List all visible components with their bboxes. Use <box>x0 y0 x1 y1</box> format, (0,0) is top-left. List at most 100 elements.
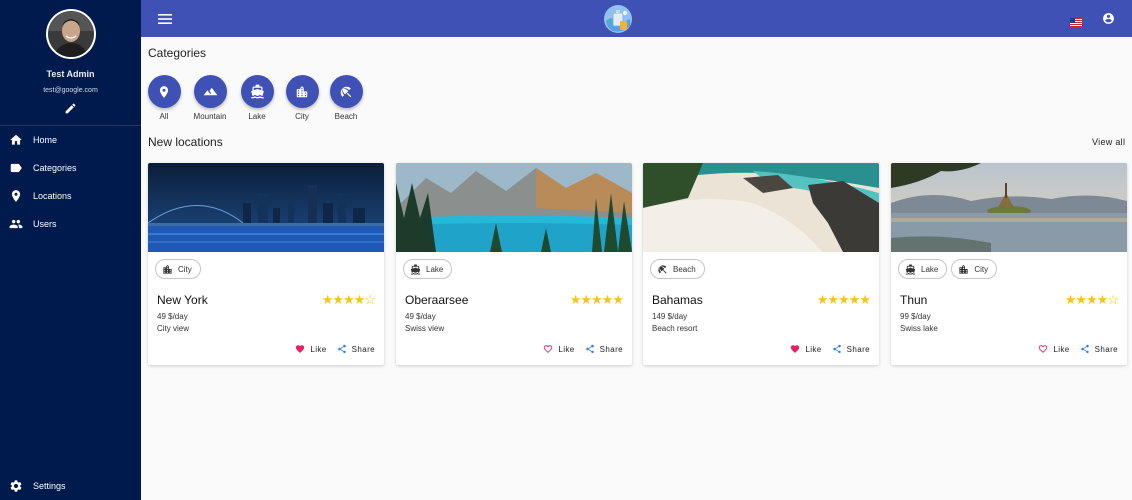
sidebar-item-settings[interactable]: Settings <box>0 472 141 500</box>
categories-title: Categories <box>148 46 207 60</box>
location-title: New York <box>157 293 208 307</box>
share-label: Share <box>846 344 870 354</box>
sidebar-item-users[interactable]: Users <box>0 210 141 238</box>
location-card-oberaarsee[interactable]: Lake Oberaarsee ★★★★★ 49 $/day Swiss vie… <box>396 163 632 365</box>
city-icon <box>958 264 969 275</box>
sidebar-item-label: Locations <box>33 191 72 201</box>
heart-outline-icon <box>543 344 553 354</box>
share-label: Share <box>351 344 375 354</box>
sidebar-item-locations[interactable]: Locations <box>0 182 141 210</box>
location-description: Swiss view <box>405 324 445 333</box>
beach-umbrella-icon <box>329 75 363 108</box>
category-chips: Lake <box>403 259 453 279</box>
card-actions: Like Share <box>295 344 375 354</box>
sidebar-item-label: Settings <box>33 481 66 491</box>
share-label: Share <box>1094 344 1118 354</box>
city-icon <box>285 75 319 108</box>
chip-label: Beach <box>673 264 696 274</box>
sidebar-item-home[interactable]: Home <box>0 126 141 154</box>
chip-lake[interactable]: Lake <box>898 259 948 279</box>
like-label: Like <box>805 344 822 354</box>
boat-icon <box>240 75 274 108</box>
city-icon <box>162 264 173 275</box>
sidebar: Test Admin test@google.com Home Categori… <box>0 0 141 500</box>
chip-label: City <box>974 264 989 274</box>
chip-city[interactable]: City <box>155 259 201 279</box>
share-button[interactable]: Share <box>585 344 623 354</box>
like-button[interactable]: Like <box>543 344 574 354</box>
gear-icon <box>9 479 23 493</box>
profile-name: Test Admin <box>46 69 95 79</box>
location-photo[interactable] <box>891 163 1127 252</box>
profile-email: test@google.com <box>43 87 98 94</box>
category-label: Beach <box>334 112 358 121</box>
location-price: 149 $/day <box>652 312 688 321</box>
rating-stars: ★★★★☆ <box>1064 292 1119 307</box>
beach-umbrella-icon <box>657 264 668 275</box>
chip-label: Lake <box>921 264 939 274</box>
us-flag-icon[interactable] <box>1070 14 1082 27</box>
share-button[interactable]: Share <box>832 344 870 354</box>
share-button[interactable]: Share <box>1080 344 1118 354</box>
like-label: Like <box>310 344 327 354</box>
rating-stars: ★★★★★ <box>569 292 624 307</box>
location-photo[interactable] <box>148 163 384 252</box>
sidebar-item-categories[interactable]: Categories <box>0 154 141 182</box>
location-card-thun[interactable]: Lake City Thun ★★★★☆ 99 $/day Swiss lake… <box>891 163 1127 365</box>
location-photo[interactable] <box>396 163 632 252</box>
home-icon <box>9 133 23 147</box>
location-description: City view <box>157 324 190 333</box>
location-price: 49 $/day <box>405 312 436 321</box>
location-card-new-york[interactable]: City New York ★★★★☆ 49 $/day City view L… <box>148 163 384 365</box>
location-description: Swiss lake <box>900 324 938 333</box>
location-title: Bahamas <box>652 293 703 307</box>
chip-city[interactable]: City <box>951 259 998 279</box>
like-button[interactable]: Like <box>295 344 326 354</box>
location-title: Thun <box>900 293 928 307</box>
location-pin-icon <box>9 189 23 203</box>
heart-outline-icon <box>1038 344 1048 354</box>
category-beach-button[interactable]: Beach <box>316 75 376 121</box>
edit-pencil-icon[interactable] <box>64 102 77 115</box>
rating-stars: ★★★★★ <box>816 292 871 307</box>
heart-filled-icon <box>790 344 800 354</box>
category-chips: Lake City <box>898 259 998 279</box>
location-price: 49 $/day <box>157 312 188 321</box>
avatar[interactable] <box>46 9 96 59</box>
top-app-bar <box>141 0 1132 37</box>
heart-filled-icon <box>295 344 305 354</box>
category-chips: City <box>155 259 201 279</box>
card-actions: Like Share <box>543 344 623 354</box>
boat-icon <box>905 263 916 275</box>
chip-lake[interactable]: Lake <box>403 259 453 279</box>
new-locations-title: New locations <box>148 135 223 149</box>
location-pin-icon <box>147 75 181 108</box>
share-label: Share <box>599 344 623 354</box>
location-description: Beach resort <box>652 324 698 333</box>
location-card-bahamas[interactable]: Beach Bahamas ★★★★★ 149 $/day Beach reso… <box>643 163 879 365</box>
share-icon <box>337 344 347 354</box>
card-actions: Like Share <box>1038 344 1118 354</box>
chip-label: Lake <box>426 264 444 274</box>
location-title: Oberaarsee <box>405 293 469 307</box>
like-label: Like <box>1053 344 1070 354</box>
category-chips: Beach <box>650 259 705 279</box>
sidebar-item-label: Users <box>33 219 57 229</box>
share-button[interactable]: Share <box>337 344 375 354</box>
account-circle-icon[interactable] <box>1102 12 1115 25</box>
share-icon <box>1080 344 1090 354</box>
chip-label: City <box>178 264 192 274</box>
app-logo-icon <box>603 4 633 34</box>
location-photo[interactable] <box>643 163 879 252</box>
card-actions: Like Share <box>790 344 870 354</box>
sidebar-item-label: Categories <box>33 163 77 173</box>
sidebar-item-label: Home <box>33 135 58 145</box>
like-button[interactable]: Like <box>1038 344 1069 354</box>
menu-icon[interactable] <box>158 12 172 24</box>
chip-beach[interactable]: Beach <box>650 259 705 279</box>
view-all-button[interactable]: View all <box>1092 137 1125 147</box>
profile-section: Test Admin test@google.com <box>0 0 141 126</box>
location-price: 99 $/day <box>900 312 931 321</box>
like-button[interactable]: Like <box>790 344 821 354</box>
like-label: Like <box>558 344 575 354</box>
